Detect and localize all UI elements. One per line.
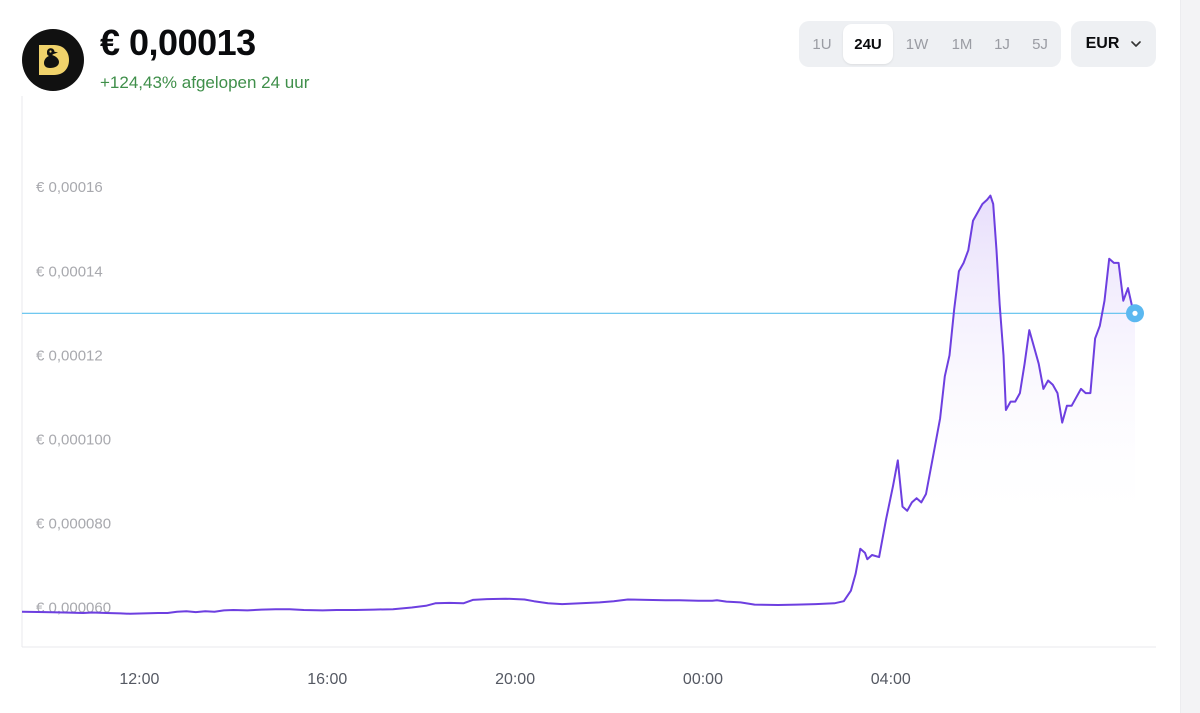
price-area-fill <box>22 195 1135 647</box>
x-tick-label: 00:00 <box>683 671 723 688</box>
y-tick-label: € 0,00014 <box>36 263 103 280</box>
current-price-marker-dot <box>1132 310 1138 316</box>
y-tick-label: € 0,000080 <box>36 515 111 532</box>
x-tick-label: 20:00 <box>495 671 535 688</box>
x-tick-label: 16:00 <box>307 671 347 688</box>
price-chart-card: € 0,00013 +124,43% afgelopen 24 uur 1U 2… <box>0 0 1181 713</box>
price-line-chart: € 0,000060€ 0,000080€ 0,000100€ 0,00012€… <box>21 96 1156 688</box>
y-tick-label: € 0,00016 <box>36 179 103 196</box>
y-tick-label: € 0,000100 <box>36 431 111 448</box>
y-tick-label: € 0,00012 <box>36 347 103 364</box>
x-tick-label: 04:00 <box>871 671 911 688</box>
x-tick-label: 12:00 <box>119 671 159 688</box>
